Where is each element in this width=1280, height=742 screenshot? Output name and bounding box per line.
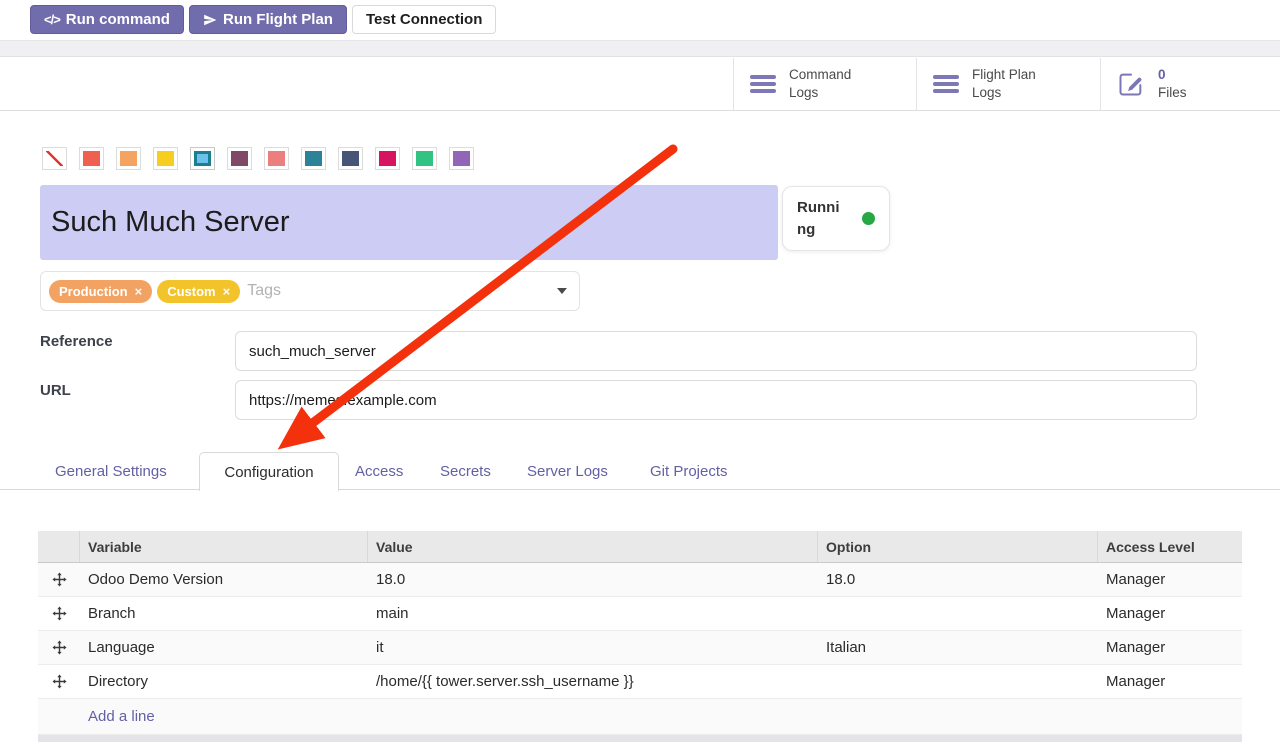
- code-icon: </>: [44, 12, 60, 27]
- page-background-strip: [0, 40, 1280, 57]
- page-title: Such Much Server: [51, 206, 290, 239]
- cell-value[interactable]: /home/{{ tower.server.ssh_username }}: [368, 673, 818, 690]
- color-swatch[interactable]: [116, 147, 141, 170]
- notebook-tabs: General Settings Configuration Access Se…: [0, 452, 1280, 490]
- cell-value[interactable]: 18.0: [368, 571, 818, 588]
- cell-access-level[interactable]: Manager: [1098, 571, 1242, 588]
- table-footer-strip: [38, 735, 1242, 742]
- column-option: Option: [818, 531, 1098, 562]
- edit-pencil-icon: [1117, 70, 1145, 98]
- url-label: URL: [40, 382, 71, 399]
- chevron-down-icon[interactable]: [557, 288, 567, 294]
- column-variable: Variable: [80, 531, 368, 562]
- tab-access[interactable]: Access: [355, 463, 403, 480]
- table-row[interactable]: Odoo Demo Version 18.0 18.0 Manager: [38, 563, 1242, 597]
- remove-tag-icon[interactable]: ×: [135, 284, 143, 299]
- tab-secrets[interactable]: Secrets: [440, 463, 491, 480]
- status-label: Running: [797, 197, 847, 241]
- files-label: Files: [1158, 84, 1187, 102]
- paper-plane-icon: [203, 13, 217, 27]
- test-connection-button[interactable]: Test Connection: [352, 5, 496, 34]
- table-row[interactable]: Language it Italian Manager: [38, 631, 1242, 665]
- cell-variable[interactable]: Directory: [80, 673, 368, 690]
- files-count: 0: [1158, 66, 1187, 84]
- color-swatch[interactable]: [412, 147, 437, 170]
- cell-value[interactable]: it: [368, 639, 818, 656]
- cell-variable[interactable]: Language: [80, 639, 368, 656]
- table-row[interactable]: Directory /home/{{ tower.server.ssh_user…: [38, 665, 1242, 699]
- tab-configuration[interactable]: Configuration: [199, 452, 339, 491]
- drag-handle-icon[interactable]: [38, 674, 80, 689]
- command-logs-label-line2: Logs: [789, 84, 851, 102]
- tab-server-logs[interactable]: Server Logs: [527, 463, 608, 480]
- column-value: Value: [368, 531, 818, 562]
- cell-value[interactable]: main: [368, 605, 818, 622]
- run-flight-plan-button[interactable]: Run Flight Plan: [189, 5, 347, 34]
- drag-handle-icon[interactable]: [38, 606, 80, 621]
- test-connection-label: Test Connection: [366, 11, 482, 28]
- server-form-page: </> Run command Run Flight Plan Test Con…: [0, 0, 1280, 742]
- color-swatch-selected[interactable]: [190, 147, 215, 170]
- color-swatch[interactable]: [449, 147, 474, 170]
- list-icon: [933, 75, 959, 93]
- drag-handle-icon[interactable]: [38, 572, 80, 587]
- files-button[interactable]: 0 Files: [1100, 58, 1280, 110]
- color-palette: [42, 147, 474, 170]
- color-swatch[interactable]: [375, 147, 400, 170]
- cell-option[interactable]: Italian: [818, 639, 1098, 656]
- server-name-field[interactable]: Such Much Server: [40, 185, 778, 260]
- add-a-line-link[interactable]: Add a line: [88, 708, 155, 725]
- cell-access-level[interactable]: Manager: [1098, 673, 1242, 690]
- flight-plan-logs-label-line1: Flight Plan: [972, 66, 1036, 84]
- color-swatch[interactable]: [338, 147, 363, 170]
- status-dot: [862, 212, 875, 225]
- column-access-level: Access Level: [1098, 531, 1242, 562]
- list-icon: [750, 75, 776, 93]
- tab-general-settings[interactable]: General Settings: [55, 463, 167, 480]
- reference-label: Reference: [40, 333, 113, 350]
- table-row[interactable]: Branch main Manager: [38, 597, 1242, 631]
- flight-plan-logs-label-line2: Logs: [972, 84, 1036, 102]
- color-swatch[interactable]: [153, 147, 178, 170]
- tag-label: Production: [59, 284, 128, 299]
- tag-label: Custom: [167, 284, 215, 299]
- color-swatch[interactable]: [264, 147, 289, 170]
- tag-custom[interactable]: Custom ×: [157, 280, 240, 303]
- action-toolbar: </> Run command Run Flight Plan Test Con…: [0, 0, 1280, 40]
- drag-handle-icon[interactable]: [38, 640, 80, 655]
- cell-variable[interactable]: Odoo Demo Version: [80, 571, 368, 588]
- cell-variable[interactable]: Branch: [80, 605, 368, 622]
- color-swatch[interactable]: [227, 147, 252, 170]
- status-badge[interactable]: Running: [782, 186, 890, 251]
- run-command-label: Run command: [66, 11, 170, 28]
- tags-field[interactable]: Production × Custom × Tags: [40, 271, 580, 311]
- command-logs-button[interactable]: Command Logs: [733, 58, 916, 110]
- flight-plan-logs-button[interactable]: Flight Plan Logs: [916, 58, 1100, 110]
- run-command-button[interactable]: </> Run command: [30, 5, 184, 34]
- remove-tag-icon[interactable]: ×: [223, 284, 231, 299]
- table-header: Variable Value Option Access Level: [38, 531, 1242, 563]
- header-divider: [0, 110, 1280, 111]
- color-swatch[interactable]: [301, 147, 326, 170]
- stat-button-area: Command Logs Flight Plan Logs 0 Files: [733, 58, 1280, 110]
- cell-access-level[interactable]: Manager: [1098, 605, 1242, 622]
- run-flight-plan-label: Run Flight Plan: [223, 11, 333, 28]
- tab-git-projects[interactable]: Git Projects: [650, 463, 728, 480]
- configuration-table: Variable Value Option Access Level Odoo …: [38, 531, 1242, 742]
- cell-option[interactable]: 18.0: [818, 571, 1098, 588]
- command-logs-label-line1: Command: [789, 66, 851, 84]
- url-input[interactable]: https://memes.example.com: [235, 380, 1197, 420]
- tags-placeholder: Tags: [247, 282, 281, 300]
- tag-production[interactable]: Production ×: [49, 280, 152, 303]
- color-swatch-none[interactable]: [42, 147, 67, 170]
- reference-value: such_much_server: [249, 343, 376, 360]
- color-swatch[interactable]: [79, 147, 104, 170]
- reference-input[interactable]: such_much_server: [235, 331, 1197, 371]
- cell-access-level[interactable]: Manager: [1098, 639, 1242, 656]
- url-value: https://memes.example.com: [249, 392, 437, 409]
- add-line-row: Add a line: [38, 699, 1242, 735]
